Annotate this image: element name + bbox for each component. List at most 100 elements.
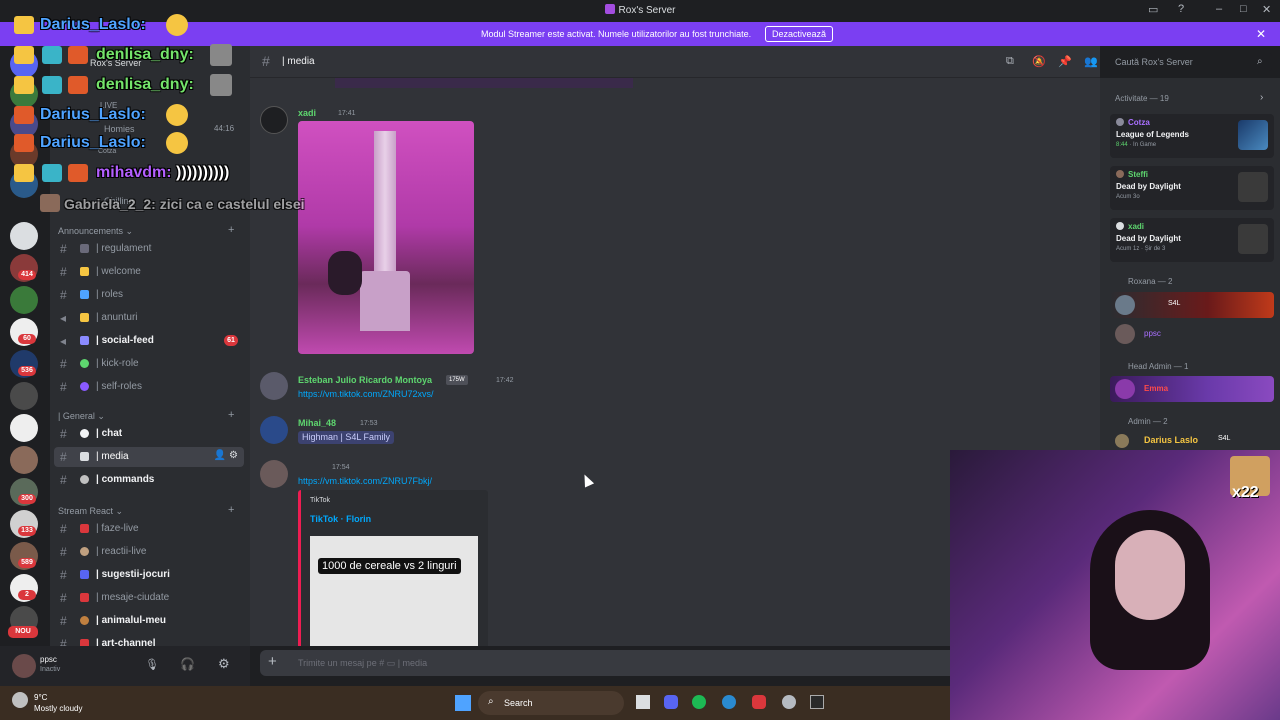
add-channel-icon[interactable]: +: [228, 504, 234, 516]
avatar[interactable]: [12, 654, 36, 678]
channel-settings-icon[interactable]: 👤 ⚙: [214, 450, 238, 461]
channel-welcome[interactable]: # | welcome: [54, 262, 244, 282]
message-author[interactable]: Esteban Julio Ricardo Montoya: [298, 375, 432, 385]
server-icon[interactable]: [10, 222, 38, 250]
category-label: Announcements: [58, 226, 124, 236]
close-window-icon[interactable]: ✕: [1262, 3, 1271, 16]
channel-emoji-icon: [80, 290, 89, 299]
channel-label: | faze-live: [96, 523, 139, 534]
channel-emoji-icon: [80, 313, 89, 322]
avatar[interactable]: [260, 416, 288, 444]
edge-icon[interactable]: [722, 695, 736, 709]
message-image[interactable]: [298, 121, 474, 354]
headphones-icon[interactable]: 🎧: [180, 657, 195, 671]
channel-commands[interactable]: # | commands: [54, 470, 244, 490]
message-author[interactable]: xadi: [298, 108, 316, 118]
chevron-right-icon[interactable]: ›: [1260, 92, 1263, 103]
category-stream-react[interactable]: Stream React ⌄: [58, 506, 123, 517]
previous-attachment-image[interactable]: [335, 78, 633, 88]
member-row[interactable]: Emma: [1110, 376, 1274, 402]
search-input[interactable]: [1110, 53, 1272, 71]
channel-emoji-icon: [80, 547, 89, 556]
file-explorer-icon[interactable]: [636, 695, 650, 709]
channel-faze-live[interactable]: # | faze-live: [54, 519, 244, 539]
help-icon[interactable]: ?: [1178, 3, 1184, 15]
epic-games-icon[interactable]: [810, 695, 824, 709]
notifications-icon[interactable]: 🔕: [1032, 55, 1046, 68]
link-embed: TikTok TikTok · Florin 1000 de cereale v…: [298, 490, 488, 646]
channel-animalul-meu[interactable]: # | animalul-meu: [54, 611, 244, 631]
embed-thumbnail[interactable]: 1000 de cereale vs 2 linguri: [310, 536, 478, 646]
avatar[interactable]: [260, 460, 288, 488]
member-list-icon[interactable]: 👥: [1084, 55, 1098, 68]
pin-icon[interactable]: 📌: [1058, 55, 1072, 68]
server-icon[interactable]: [10, 446, 38, 474]
microphone-icon[interactable]: 🎙: [145, 658, 159, 671]
message-link[interactable]: https://vm.tiktok.com/ZNRU7Fbkj/: [298, 476, 432, 486]
add-channel-icon[interactable]: +: [228, 409, 234, 421]
channel-roles[interactable]: # | roles: [54, 285, 244, 305]
start-icon[interactable]: [455, 695, 471, 711]
channel-kick-role[interactable]: # | kick-role: [54, 354, 244, 374]
guild-tag: S4L: [1168, 300, 1181, 307]
message-link[interactable]: https://vm.tiktok.com/ZNRU72xvs/: [298, 389, 434, 399]
app-icon[interactable]: [782, 695, 796, 709]
activity-card[interactable]: xadi Dead by Daylight Acum 1z · Șir de 3: [1110, 218, 1274, 262]
spotify-icon[interactable]: [692, 695, 706, 709]
disable-streamer-button[interactable]: Dezactivează: [765, 26, 834, 42]
avatar[interactable]: [260, 106, 288, 134]
activity-user: Steffi: [1128, 170, 1148, 179]
channel-title: | media: [282, 56, 315, 67]
attach-icon[interactable]: +: [268, 653, 277, 670]
app-icon[interactable]: [752, 695, 766, 709]
voice-channel-homies[interactable]: Homies: [104, 124, 135, 134]
channel-chat[interactable]: # | chat: [54, 424, 244, 444]
channel-sugestii-jocuri[interactable]: # | sugestii-jocuri: [54, 565, 244, 585]
megaphone-icon: ◂: [60, 334, 67, 348]
taskbar-search[interactable]: ⌕ Search: [478, 691, 624, 715]
minimize-icon[interactable]: –: [1216, 3, 1222, 15]
category-label: | General: [58, 411, 95, 421]
embed-title[interactable]: TikTok · Florin: [310, 514, 371, 524]
server-icon[interactable]: [10, 414, 38, 442]
member-name: Emma: [1144, 384, 1169, 393]
add-channel-icon[interactable]: +: [228, 224, 234, 236]
activity-card[interactable]: Steffi Dead by Daylight Acum 3o: [1110, 166, 1274, 210]
member-row[interactable]: ppsc: [1110, 322, 1274, 346]
channel-reactii-live[interactable]: # | reactii-live: [54, 542, 244, 562]
server-badge: 414: [18, 270, 36, 280]
crown-icon: [14, 76, 34, 94]
avatar[interactable]: [260, 372, 288, 400]
channel-media[interactable]: # | media 👤 ⚙: [54, 447, 244, 467]
category-announcements[interactable]: Announcements ⌄: [58, 226, 133, 237]
emote-icon: [166, 104, 188, 126]
channel-social-feed[interactable]: ◂ | social-feed 61: [54, 331, 244, 351]
channel-mesaje-ciudate[interactable]: # | mesaje-ciudate: [54, 588, 244, 608]
channel-emoji-icon: [80, 524, 89, 533]
server-icon[interactable]: [10, 286, 38, 314]
channel-regulament[interactable]: # | regulament: [54, 239, 244, 259]
overlay-chat-user: denlisa_dny:: [96, 46, 194, 63]
streamer-banner-text: Modul Streamer este activat. Numele util…: [481, 29, 752, 39]
category-general[interactable]: | General ⌄: [58, 411, 105, 422]
channel-header: # | media ⧉ 🔕 📌 👥: [250, 46, 1100, 78]
member-row[interactable]: S4L: [1110, 292, 1274, 318]
discord-icon[interactable]: [664, 695, 678, 709]
close-banner-icon[interactable]: ✕: [1256, 27, 1266, 41]
message-author[interactable]: Mihai_48: [298, 418, 336, 428]
channel-self-roles[interactable]: # | self-roles: [54, 377, 244, 397]
sub-count: x22: [1232, 484, 1259, 501]
inbox-icon[interactable]: ▭: [1148, 3, 1158, 16]
threads-icon[interactable]: ⧉: [1006, 55, 1014, 68]
role-mention[interactable]: Highman | S4L Family: [298, 431, 395, 444]
channel-art-channel[interactable]: # | art-channel: [54, 634, 244, 646]
member-row[interactable]: Darius Laslo S4L: [1110, 432, 1274, 448]
search-icon: ⌕: [488, 696, 494, 707]
channel-anunturi[interactable]: ◂ | anunturi: [54, 308, 244, 328]
badge-icon: [68, 76, 88, 94]
maximize-icon[interactable]: □: [1240, 3, 1247, 15]
user-settings-icon[interactable]: ⚙: [218, 656, 230, 672]
server-icon[interactable]: [10, 382, 38, 410]
activity-card[interactable]: Cotza League of Legends 8:44 · In Game: [1110, 114, 1274, 158]
crown-icon: [14, 16, 34, 34]
